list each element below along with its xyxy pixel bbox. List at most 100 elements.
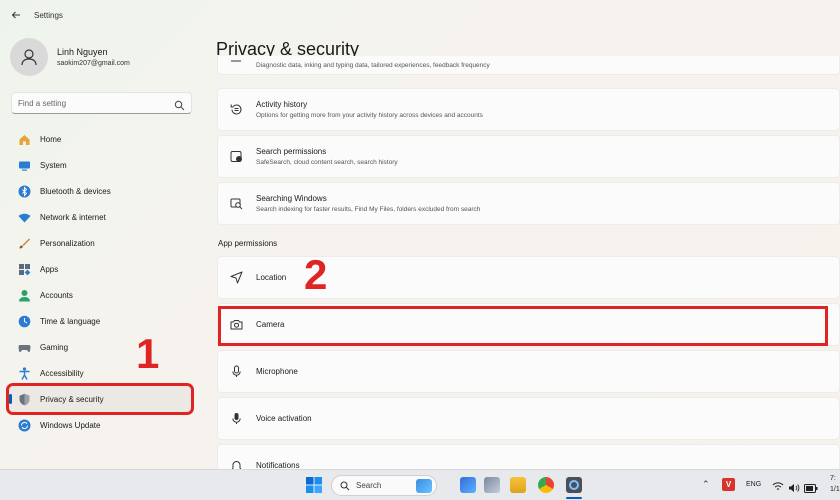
sidebar-item-label: Windows Update bbox=[40, 420, 101, 430]
camera-highlight-box bbox=[218, 306, 828, 346]
sidebar-item-label: Accessibility bbox=[40, 368, 84, 378]
vietnamese-ime-icon[interactable]: V bbox=[722, 478, 735, 491]
chevron-up-icon[interactable]: ⌃ bbox=[702, 479, 710, 490]
sidebar-item-label: Gaming bbox=[40, 342, 69, 352]
start-button[interactable] bbox=[306, 477, 322, 493]
system-icon bbox=[17, 158, 31, 172]
chrome-icon[interactable] bbox=[538, 477, 554, 493]
card-title: Microphone bbox=[256, 367, 298, 376]
location-icon bbox=[229, 271, 243, 285]
card-title: Activity history bbox=[256, 100, 308, 109]
sidebar-item-privacy-security[interactable]: Privacy & security bbox=[6, 383, 194, 415]
sidebar-item-label: System bbox=[40, 160, 67, 170]
active-app-indicator bbox=[566, 497, 582, 499]
network-icon bbox=[17, 210, 31, 224]
diagnostics-feedback-card[interactable]: Diagnostic data, inking and typing data,… bbox=[217, 56, 840, 75]
sidebar-item-accounts[interactable]: Accounts bbox=[9, 282, 191, 308]
profile-name: Linh Nguyen bbox=[57, 47, 108, 57]
user-icon bbox=[21, 49, 37, 66]
wifi-icon[interactable] bbox=[772, 479, 784, 497]
app-permissions-heading: App permissions bbox=[218, 239, 278, 248]
back-arrow-icon bbox=[11, 11, 20, 19]
search-highlight-icon bbox=[416, 478, 432, 493]
sidebar-item-label: Apps bbox=[40, 264, 59, 274]
personalization-icon bbox=[17, 236, 31, 250]
shield-icon bbox=[17, 392, 31, 406]
accounts-icon bbox=[17, 288, 31, 302]
card-title: Notifications bbox=[256, 461, 300, 469]
annotation-step-2: 2 bbox=[304, 251, 328, 298]
task-view-icon[interactable] bbox=[460, 477, 476, 493]
sidebar-item-label: Bluetooth & devices bbox=[40, 186, 111, 196]
clock-time[interactable]: 7: bbox=[830, 475, 836, 482]
annotation-step-1: 1 bbox=[136, 330, 160, 377]
voice-activation-card[interactable]: Voice activation bbox=[217, 397, 840, 440]
sidebar-item-personalization[interactable]: Personalization bbox=[9, 230, 191, 256]
profile-email: saokim207@gmail.com bbox=[57, 60, 130, 67]
user-profile[interactable]: Linh Nguyen saokim207@gmail.com bbox=[10, 38, 130, 76]
main-content: Privacy & security Diagnostic data, inki… bbox=[200, 30, 840, 469]
sidebar-item-label: Home bbox=[40, 134, 62, 144]
sidebar-item-system[interactable]: System bbox=[9, 152, 191, 178]
sidebar-item-windows-update[interactable]: Windows Update bbox=[9, 412, 191, 438]
search-input[interactable] bbox=[12, 98, 162, 108]
sidebar-item-bluetooth[interactable]: Bluetooth & devices bbox=[9, 178, 191, 204]
searching-windows-card[interactable]: Searching Windows Search indexing for fa… bbox=[217, 182, 840, 225]
taskbar: Search ⌃ V ENG 7: 1/1 bbox=[0, 469, 840, 500]
card-title: Location bbox=[256, 273, 287, 282]
card-description: SafeSearch, cloud content search, search… bbox=[256, 159, 398, 166]
notifications-card[interactable]: Notifications bbox=[217, 444, 840, 469]
volume-icon[interactable] bbox=[788, 480, 800, 498]
microphone-card[interactable]: Microphone bbox=[217, 350, 840, 393]
taskbar-search-label: Search bbox=[356, 481, 382, 490]
microphone-icon bbox=[229, 365, 243, 379]
gaming-icon bbox=[17, 340, 31, 354]
activity-history-icon bbox=[229, 103, 243, 117]
sidebar-item-label: Time & language bbox=[40, 316, 101, 326]
diagnostics-icon bbox=[229, 56, 243, 70]
card-title: Searching Windows bbox=[256, 194, 327, 203]
back-button[interactable] bbox=[2, 1, 30, 29]
nav-list: Home System Bluetooth & devices Network … bbox=[6, 126, 194, 438]
searching-windows-icon bbox=[229, 197, 243, 211]
card-title: Search permissions bbox=[256, 147, 327, 156]
apps-icon bbox=[17, 262, 31, 276]
battery-icon[interactable] bbox=[804, 480, 818, 498]
avatar bbox=[10, 38, 48, 76]
sidebar-item-label: Privacy & security bbox=[40, 394, 104, 404]
sidebar-item-label: Accounts bbox=[40, 290, 73, 300]
sidebar-item-gaming[interactable]: Gaming bbox=[9, 334, 191, 360]
taskbar-search[interactable]: Search bbox=[331, 475, 437, 496]
accessibility-icon bbox=[17, 366, 31, 380]
sidebar-item-accessibility[interactable]: Accessibility bbox=[9, 360, 191, 386]
search-icon[interactable] bbox=[174, 98, 185, 111]
sidebar-item-time-language[interactable]: Time & language bbox=[9, 308, 191, 334]
find-setting-search[interactable] bbox=[11, 92, 192, 114]
search-permissions-icon bbox=[229, 150, 243, 164]
widgets-icon[interactable] bbox=[484, 477, 500, 493]
activity-history-card[interactable]: Activity history Options for getting mor… bbox=[217, 88, 840, 131]
window-title: Settings bbox=[34, 10, 63, 20]
sidebar-item-home[interactable]: Home bbox=[9, 126, 191, 152]
clock-date[interactable]: 1/1 bbox=[830, 486, 840, 493]
sidebar-item-label: Network & internet bbox=[40, 212, 106, 222]
settings-window: Settings Linh Nguyen saokim207@gmail.com… bbox=[0, 0, 840, 469]
card-description: Search indexing for faster results, Find… bbox=[256, 206, 481, 213]
sidebar: Linh Nguyen saokim207@gmail.com Home Sys… bbox=[0, 30, 200, 469]
notifications-icon bbox=[229, 459, 243, 469]
bluetooth-icon bbox=[17, 184, 31, 198]
search-icon bbox=[340, 481, 350, 490]
sidebar-item-network[interactable]: Network & internet bbox=[9, 204, 191, 230]
windows-update-icon bbox=[17, 418, 31, 432]
card-title: Voice activation bbox=[256, 414, 312, 423]
search-permissions-card[interactable]: Search permissions SafeSearch, cloud con… bbox=[217, 135, 840, 178]
sidebar-item-apps[interactable]: Apps bbox=[9, 256, 191, 282]
card-description: Diagnostic data, inking and typing data,… bbox=[256, 61, 490, 69]
card-description: Options for getting more from your activ… bbox=[256, 112, 483, 119]
home-icon bbox=[17, 132, 31, 146]
language-indicator[interactable]: ENG bbox=[746, 481, 761, 488]
time-language-icon bbox=[17, 314, 31, 328]
title-bar: Settings bbox=[0, 0, 840, 30]
settings-app-icon[interactable] bbox=[566, 477, 582, 493]
file-explorer-icon[interactable] bbox=[510, 477, 526, 493]
